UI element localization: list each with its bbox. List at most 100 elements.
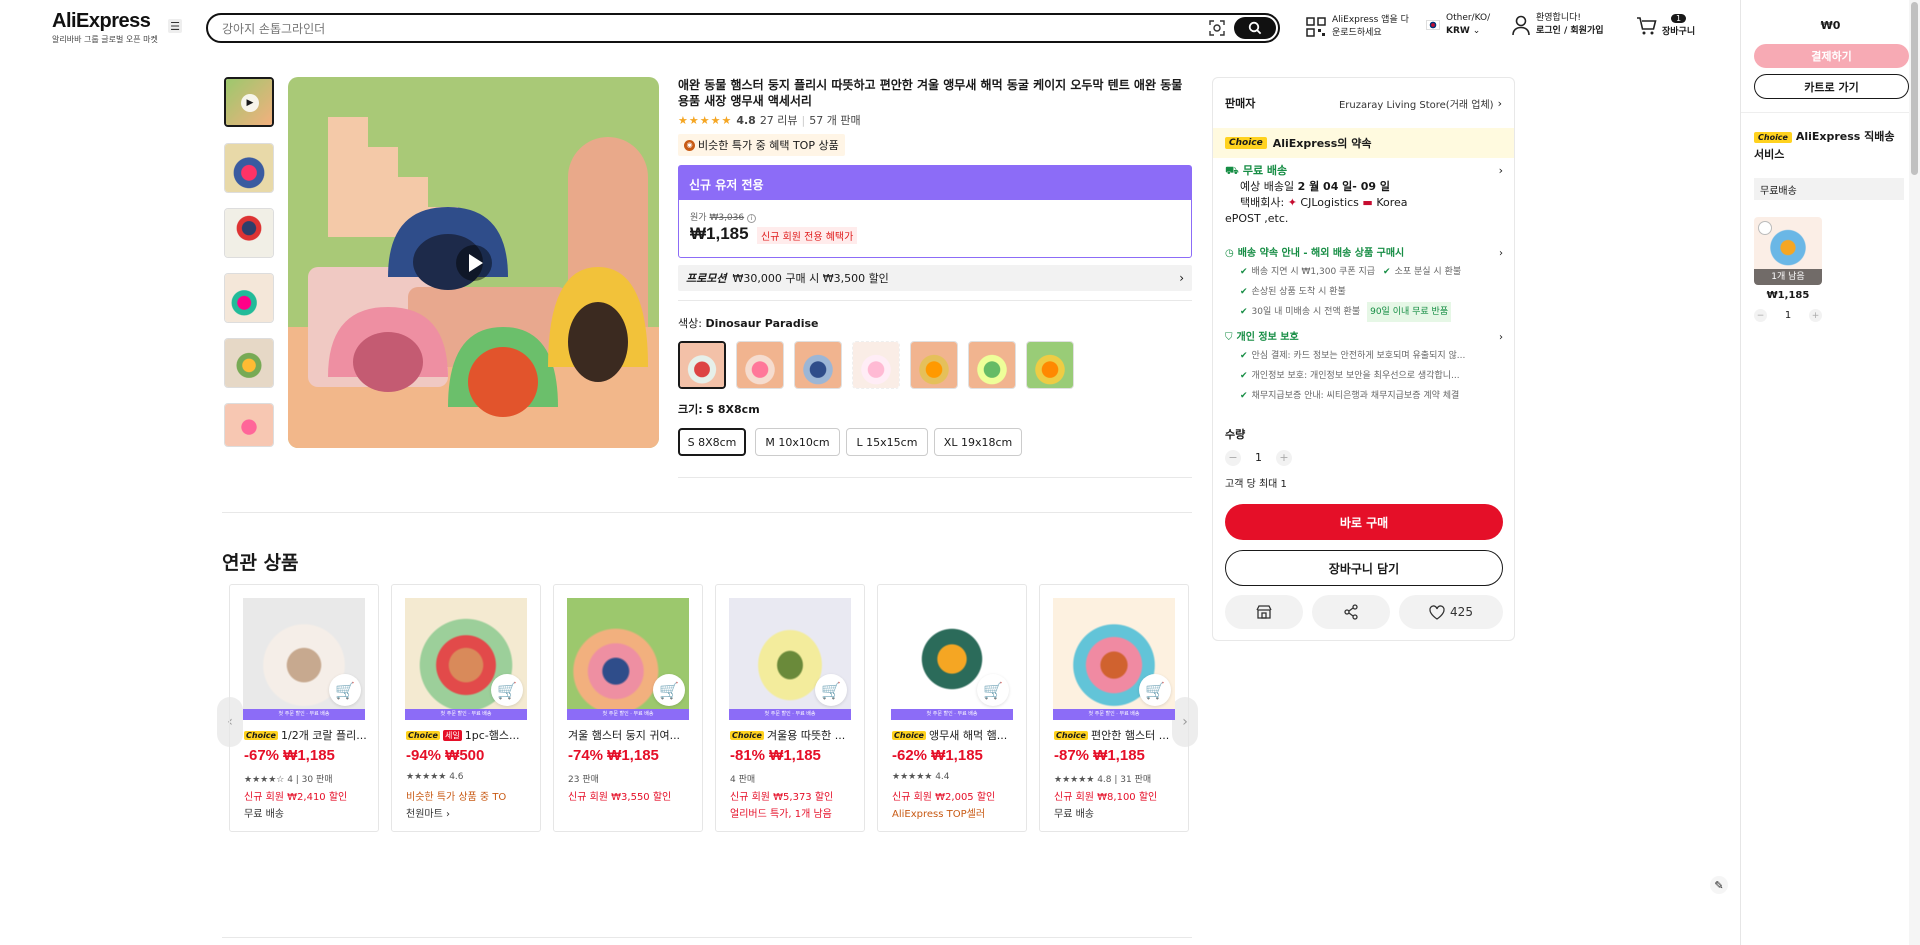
size-option-s[interactable]: S 8X8cm <box>678 428 746 456</box>
feedback-edit-icon[interactable]: ✎ <box>1710 876 1728 894</box>
product-image: 첫 주문 할인 · 무료 배송 🛒 <box>405 598 527 720</box>
chevron-right-icon: › <box>1499 332 1503 343</box>
color-label: 색상: Dinosaur Paradise <box>678 317 819 330</box>
purchase-limit: 고객 당 최대 1 <box>1225 479 1287 490</box>
plus-button[interactable]: + <box>1809 309 1822 322</box>
add-cart-icon[interactable]: 🛒 <box>977 674 1009 706</box>
privacy-section[interactable]: ⛉ 개인 정보 보호 › ✔ 안심 결제: 카드 정보는 안전하게 보호되며 유출되지… <box>1225 330 1503 406</box>
add-cart-icon[interactable]: 🛒 <box>815 674 847 706</box>
add-to-cart-button[interactable]: 장바구니 담기 <box>1225 550 1503 586</box>
quantity-label: 수량 <box>1225 428 1246 441</box>
quantity-stepper: − 1 + <box>1225 450 1503 466</box>
stars-icon: ★★★★★ <box>678 113 733 127</box>
color-swatch[interactable] <box>968 341 1016 389</box>
wishlist-button[interactable]: 425 <box>1399 595 1503 629</box>
chevron-right-icon: › <box>1499 248 1503 259</box>
cart-item-image[interactable]: 1개 남음 <box>1754 217 1822 285</box>
gallery-thumb[interactable] <box>224 403 274 447</box>
minus-button[interactable]: − <box>1754 309 1767 322</box>
related-product-card[interactable]: 첫 주문 할인 · 무료 배송 🛒 Choice 편안한 햄스터 ... -87% … <box>1039 584 1189 832</box>
size-option-l[interactable]: L 15x15cm <box>846 428 928 456</box>
top-deal-badge: ◉ 비슷한 특가 중 혜택 TOP 상품 <box>678 134 845 156</box>
buy-now-button[interactable]: 바로 구매 <box>1225 504 1503 540</box>
search-icon <box>1248 21 1262 35</box>
header: AliExpress 알리바바 그룹 글로벌 오픈 마켓 ☰ AliExpres… <box>0 0 1740 56</box>
locale-selector[interactable]: Other/KO/KRW ⌄ <box>1426 12 1490 38</box>
related-product-card[interactable]: 첫 주문 할인 · 무료 배송 🛒 겨울 햄스터 둥지 귀여... -74% ₩1… <box>553 584 703 832</box>
plus-button[interactable]: + <box>1276 450 1292 466</box>
minus-button[interactable]: − <box>1225 450 1241 466</box>
price-tag: 신규 회원 전용 혜택가 <box>757 227 858 244</box>
related-product-card[interactable]: 첫 주문 할인 · 무료 배송 🛒 Choice 겨울용 따뜻한 ... -81% … <box>715 584 865 832</box>
menu-icon[interactable]: ☰ <box>168 19 182 33</box>
share-icon <box>1344 604 1358 620</box>
gallery-thumb-video[interactable]: ▶ <box>224 77 274 127</box>
search-input[interactable] <box>222 20 1182 38</box>
product-image: 첫 주문 할인 · 무료 배송 🛒 <box>567 598 689 720</box>
share-button[interactable] <box>1312 595 1390 629</box>
logo[interactable]: AliExpress 알리바바 그룹 글로벌 오픈 마켓 <box>52 10 162 45</box>
new-user-price-box: 신규 유저 전용 원가 ₩3,036 i ₩1,185 신규 회원 전용 혜택가 <box>678 165 1192 258</box>
product-title: 애완 동물 햄스터 둥지 플리시 따뜻하고 편안한 겨울 앵무새 해먹 동굴 케… <box>678 78 1183 108</box>
play-icon: ▶ <box>241 94 259 112</box>
product-main-image[interactable] <box>288 77 659 448</box>
side-cart: ₩0 결제하기 카트로 가기 Choice AliExpress 직배송 서비스… <box>1740 0 1920 945</box>
heart-icon <box>1429 604 1445 620</box>
color-swatch-dinosaur-paradise[interactable] <box>678 341 726 389</box>
search-bar <box>206 13 1280 43</box>
scrollbar[interactable] <box>1909 0 1920 945</box>
clock-icon: ◷ <box>1225 248 1234 259</box>
color-swatch[interactable] <box>794 341 842 389</box>
color-swatch[interactable] <box>736 341 784 389</box>
cart-link[interactable]: 1 장바구니 <box>1636 12 1695 39</box>
rating-row[interactable]: ★★★★★ 4.8 27 리뷰 | 57 개 판매 <box>678 112 861 128</box>
add-cart-icon[interactable]: 🛒 <box>653 674 685 706</box>
medal-icon: ◉ <box>684 139 695 151</box>
seller-row[interactable]: 판매자 Eruzaray Living Store(거래 업체) › <box>1213 78 1514 128</box>
chevron-down-icon: ⌄ <box>1472 26 1481 36</box>
color-swatch[interactable] <box>1026 341 1074 389</box>
shipping-section[interactable]: ⛟ 무료 배송 › 예상 배송일 2 월 04 일- 09 일 택배회사: ✦ CJ… <box>1225 163 1503 227</box>
current-price: ₩1,185 <box>690 224 749 243</box>
color-swatch[interactable] <box>910 341 958 389</box>
related-product-card[interactable]: 첫 주문 할인 · 무료 배송 🛒 Choice 앵무새 해먹 햄... -62% … <box>877 584 1027 832</box>
add-cart-icon[interactable]: 🛒 <box>329 674 361 706</box>
search-button[interactable] <box>1234 17 1276 39</box>
chevron-right-icon: › <box>1497 96 1502 110</box>
size-option-xl[interactable]: XL 19x18cm <box>934 428 1022 456</box>
product-image: 첫 주문 할인 · 무료 배송 🛒 <box>1053 598 1175 720</box>
product-image: 첫 주문 할인 · 무료 배송 🛒 <box>243 598 365 720</box>
purchase-panel: 판매자 Eruzaray Living Store(거래 업체) › Choic… <box>1212 77 1515 641</box>
related-product-card[interactable]: 첫 주문 할인 · 무료 배송 🛒 Choice 세일 1pc-햄스... -94% … <box>391 584 541 832</box>
direct-shipping-label: Choice AliExpress 직배송 서비스 <box>1754 130 1895 161</box>
delivery-promise-section[interactable]: ◷ 배송 약속 안내 - 해외 배송 상품 구매시 › ✔ 배송 지연 시 ₩1,30… <box>1225 246 1503 322</box>
add-cart-icon[interactable]: 🛒 <box>491 674 523 706</box>
store-icon <box>1256 605 1272 619</box>
add-cart-icon[interactable]: 🛒 <box>1139 674 1171 706</box>
gallery-thumb[interactable] <box>224 338 274 388</box>
size-option-m[interactable]: M 10x10cm <box>755 428 840 456</box>
checkbox[interactable] <box>1758 221 1772 235</box>
cart-icon <box>1637 16 1657 34</box>
cart-total: ₩0 <box>1820 19 1841 32</box>
shield-icon: ⛉ <box>1225 332 1233 343</box>
cart-item-stepper: − 1 + <box>1754 309 1822 322</box>
related-products-title: 연관 상품 <box>222 552 299 574</box>
promotion-bar[interactable]: 프로모션 ₩30,000 구매 시 ₩3,500 할인 › <box>678 265 1192 291</box>
size-label: 크기: S 8X8cm <box>678 403 760 416</box>
account-login[interactable]: 환영합니다! 로그인 / 회원가입 <box>1511 12 1604 38</box>
related-product-card[interactable]: 첫 주문 할인 · 무료 배송 🛒 Choice 1/2개 코랄 플리... -67… <box>229 584 379 832</box>
product-image: 첫 주문 할인 · 무료 배송 🛒 <box>891 598 1013 720</box>
checkout-button[interactable]: 결제하기 <box>1754 44 1909 68</box>
gallery-thumb[interactable] <box>224 208 274 258</box>
gallery-thumb[interactable] <box>224 143 274 193</box>
product-image: 첫 주문 할인 · 무료 배송 🛒 <box>729 598 851 720</box>
gallery-thumb[interactable] <box>224 273 274 323</box>
original-price: 원가 ₩3,036 i <box>690 210 756 223</box>
store-button[interactable] <box>1225 595 1303 629</box>
choice-promise-bar: Choice AliExpress의 약속 <box>1213 128 1514 158</box>
color-swatch[interactable] <box>852 341 900 389</box>
go-to-cart-button[interactable]: 카트로 가기 <box>1754 74 1909 99</box>
image-search-icon[interactable] <box>1208 19 1226 37</box>
app-download[interactable]: AliExpress 앱을 다 운로드하세요 <box>1306 14 1409 40</box>
